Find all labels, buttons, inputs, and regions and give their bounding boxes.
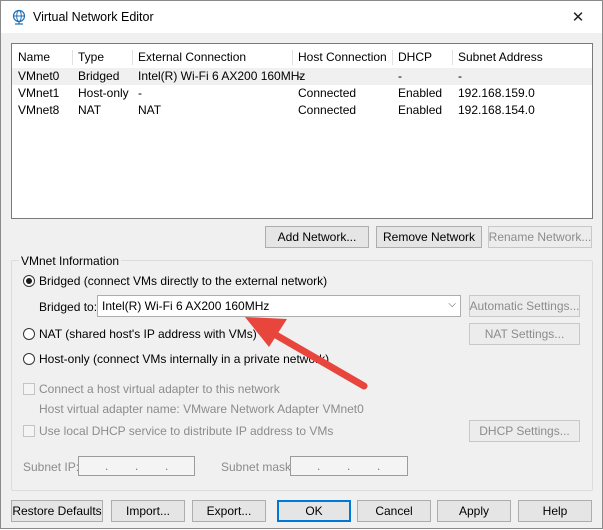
table-row[interactable]: VMnet1 Host-only - Connected Enabled 192… [12, 85, 592, 102]
row-type: Host-only [78, 86, 129, 100]
network-list[interactable]: Name Type External Connection Host Conne… [11, 43, 593, 219]
export-button[interactable]: Export... [192, 500, 266, 522]
bridged-to-label: Bridged to: [39, 300, 98, 314]
use-local-dhcp-label: Use local DHCP service to distribute IP … [39, 424, 334, 438]
table-row[interactable]: VMnet8 NAT NAT Connected Enabled 192.168… [12, 102, 592, 119]
list-header: Name Type External Connection Host Conne… [12, 49, 592, 66]
column-header-dhcp[interactable]: DHCP [398, 49, 432, 66]
virtual-network-editor-window: Virtual Network Editor ✕ Name Type Exter… [0, 0, 603, 529]
bridged-to-dropdown[interactable]: Intel(R) Wi-Fi 6 AX200 160MHz ⌵ [97, 295, 461, 317]
rename-network-button[interactable]: Rename Network... [488, 226, 592, 248]
close-icon[interactable]: ✕ [558, 1, 598, 33]
row-name: VMnet0 [18, 69, 60, 83]
subnet-ip-label: Subnet IP: [23, 460, 80, 474]
radio-checked-icon [23, 275, 35, 287]
title-bar: Virtual Network Editor ✕ [1, 1, 602, 33]
subnet-mask-label: Subnet mask: [221, 460, 295, 474]
remove-network-button[interactable]: Remove Network [376, 226, 482, 248]
apply-button[interactable]: Apply [437, 500, 511, 522]
import-button[interactable]: Import... [111, 500, 185, 522]
row-name: VMnet1 [18, 86, 60, 100]
subnet-ip-field[interactable]: . . . [78, 456, 195, 476]
row-subnet-address: 192.168.159.0 [458, 86, 535, 100]
row-subnet-address: 192.168.154.0 [458, 103, 535, 117]
add-network-button[interactable]: Add Network... [265, 226, 369, 248]
row-name: VMnet8 [18, 103, 60, 117]
bridged-to-value: Intel(R) Wi-Fi 6 AX200 160MHz [102, 299, 270, 313]
row-subnet-address: - [458, 69, 462, 83]
nat-radio[interactable]: NAT (shared host's IP address with VMs) [23, 327, 257, 341]
nat-settings-button[interactable]: NAT Settings... [469, 323, 580, 345]
table-row[interactable]: VMnet0 Bridged Intel(R) Wi-Fi 6 AX200 16… [12, 68, 592, 85]
row-dhcp: - [398, 69, 402, 83]
checkbox-icon [23, 425, 35, 437]
row-type: NAT [78, 103, 102, 117]
bridged-radio[interactable]: Bridged (connect VMs directly to the ext… [23, 274, 327, 288]
network-globe-icon [12, 9, 26, 25]
connect-host-adapter-label: Connect a host virtual adapter to this n… [39, 382, 280, 396]
row-dhcp: Enabled [398, 103, 443, 117]
radio-unchecked-icon [23, 353, 35, 365]
bridged-radio-label: Bridged (connect VMs directly to the ext… [39, 274, 328, 288]
row-host-connection: Connected [298, 86, 357, 100]
row-type: Bridged [78, 69, 120, 83]
column-header-external-connection[interactable]: External Connection [138, 49, 246, 66]
automatic-settings-button[interactable]: Automatic Settings... [469, 295, 580, 317]
use-local-dhcp-checkbox[interactable]: Use local DHCP service to distribute IP … [23, 424, 333, 438]
checkbox-icon [23, 383, 35, 395]
column-header-host-connection[interactable]: Host Connection [298, 49, 387, 66]
help-button[interactable]: Help [518, 500, 592, 522]
connect-host-adapter-checkbox[interactable]: Connect a host virtual adapter to this n… [23, 382, 280, 396]
restore-defaults-button[interactable]: Restore Defaults [11, 500, 103, 522]
row-host-connection: - [298, 69, 302, 83]
column-header-type[interactable]: Type [78, 49, 104, 66]
host-adapter-name-label: Host virtual adapter name: VMware Networ… [39, 402, 364, 416]
cancel-button[interactable]: Cancel [357, 500, 431, 522]
row-external-connection: Intel(R) Wi-Fi 6 AX200 160MHz [138, 69, 306, 83]
row-host-connection: Connected [298, 103, 357, 117]
vmnet-information-title: VMnet Information [19, 254, 122, 268]
host-only-radio[interactable]: Host-only (connect VMs internally in a p… [23, 352, 329, 366]
row-dhcp: Enabled [398, 86, 443, 100]
column-header-name[interactable]: Name [18, 49, 50, 66]
dhcp-settings-button[interactable]: DHCP Settings... [469, 420, 580, 442]
chevron-down-icon: ⌵ [448, 299, 456, 310]
nat-radio-label: NAT (shared host's IP address with VMs) [39, 327, 257, 341]
window-title: Virtual Network Editor [33, 10, 154, 24]
column-header-subnet-address[interactable]: Subnet Address [458, 49, 543, 66]
subnet-mask-field[interactable]: . . . [290, 456, 408, 476]
radio-unchecked-icon [23, 328, 35, 340]
row-external-connection: - [138, 86, 142, 100]
row-external-connection: NAT [138, 103, 162, 117]
ok-button[interactable]: OK [277, 500, 351, 522]
host-only-radio-label: Host-only (connect VMs internally in a p… [39, 352, 330, 366]
